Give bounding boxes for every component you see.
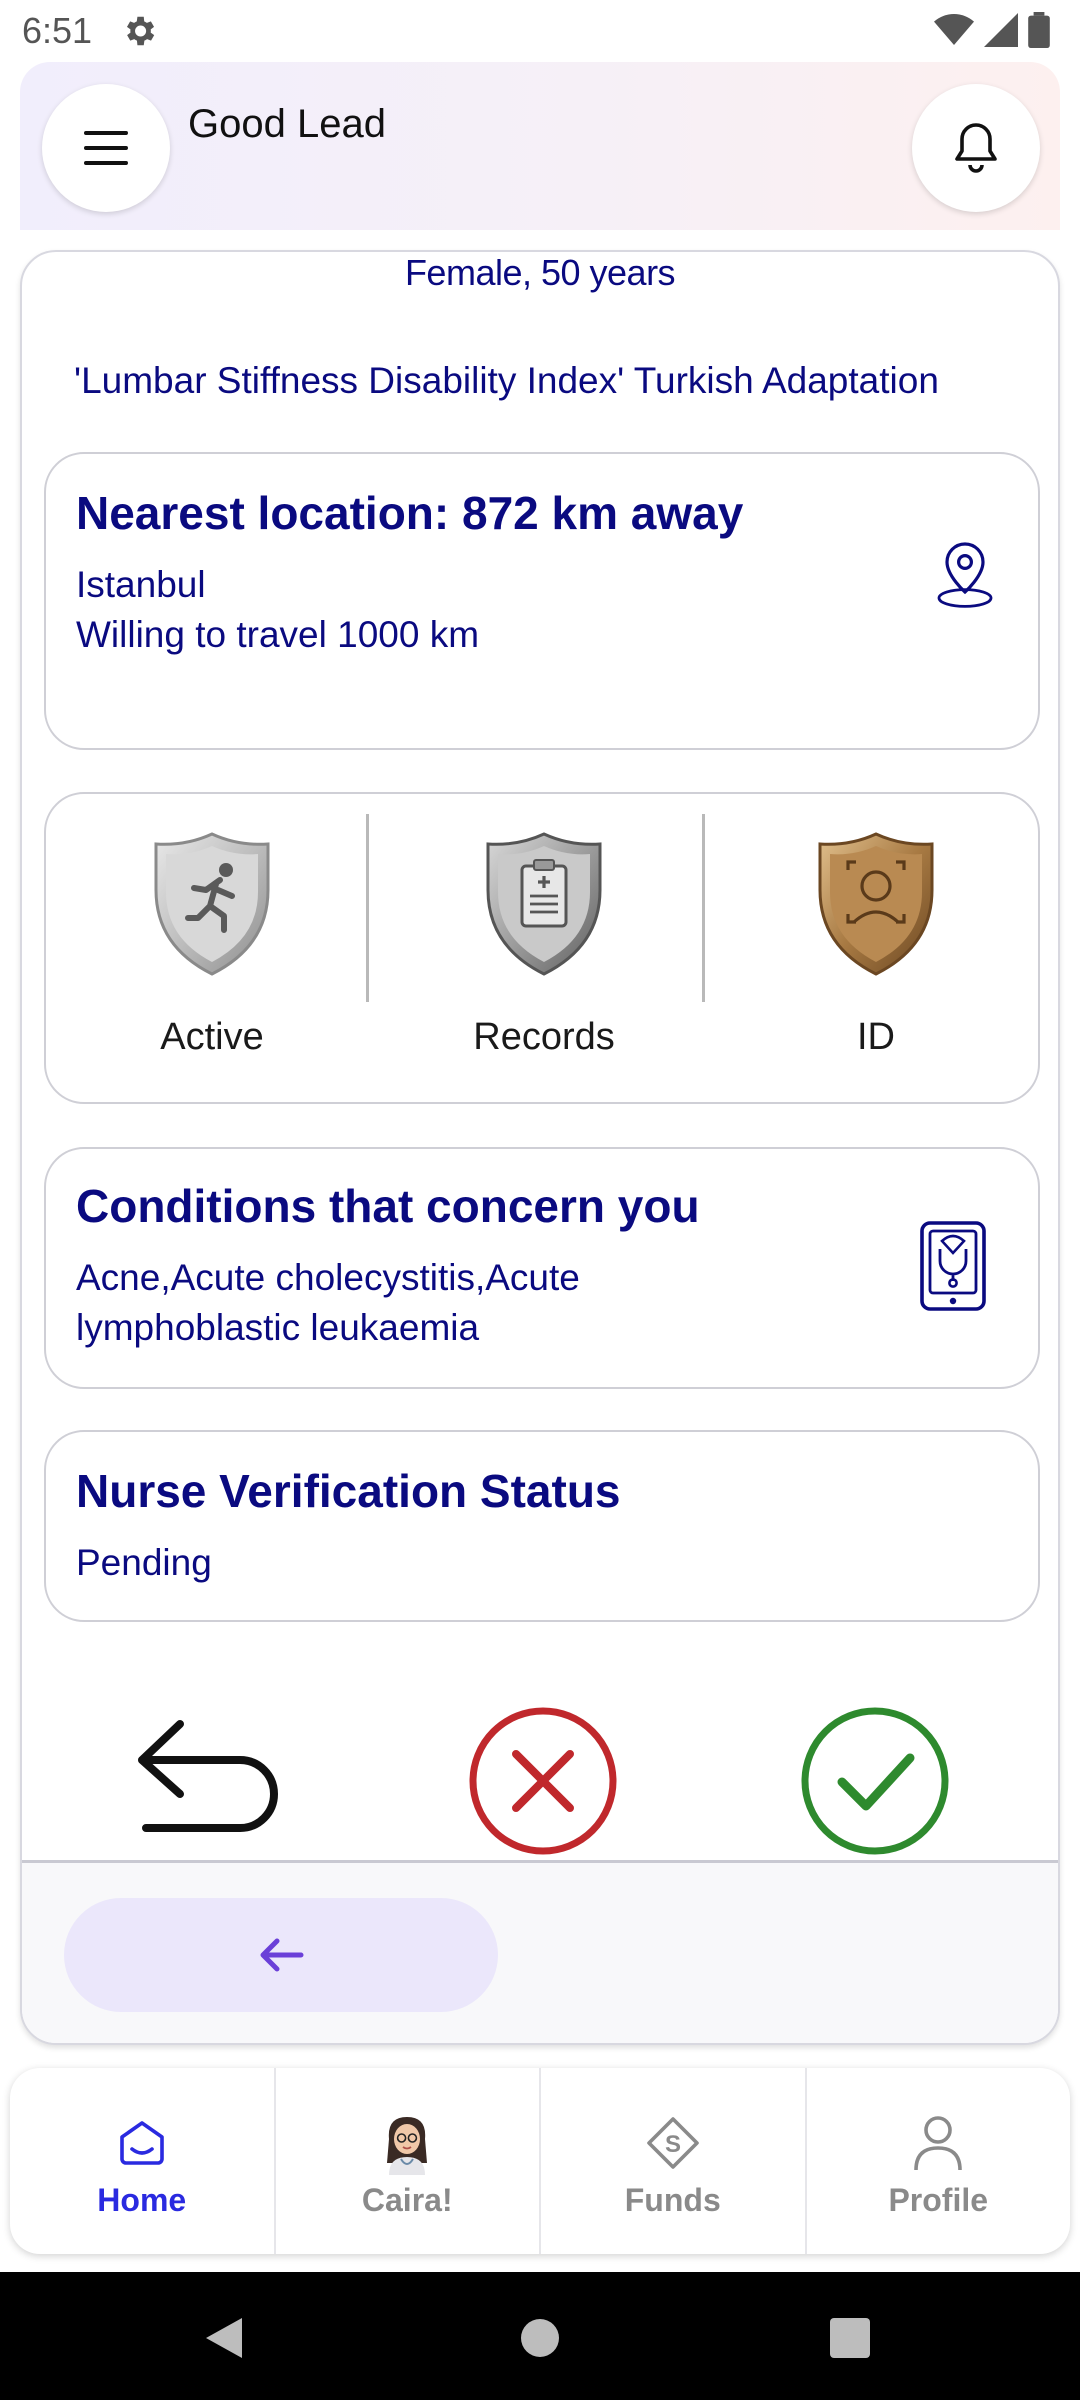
hamburger-menu-icon bbox=[84, 131, 128, 165]
badge-records[interactable]: Records bbox=[378, 794, 710, 1102]
page-title: Good Lead bbox=[188, 102, 386, 146]
battery-icon bbox=[1028, 12, 1050, 48]
reject-button[interactable] bbox=[468, 1706, 618, 1856]
nav-label-home: Home bbox=[97, 2182, 187, 2218]
location-card[interactable]: Nearest location: 872 km away Istanbul W… bbox=[44, 452, 1040, 750]
clipboard-shield-icon bbox=[486, 832, 602, 976]
system-recents-icon[interactable] bbox=[830, 2318, 870, 2358]
menu-button[interactable] bbox=[42, 84, 170, 212]
accept-button[interactable] bbox=[800, 1706, 950, 1856]
nav-profile[interactable]: Profile bbox=[804, 2068, 1071, 2254]
conditions-card[interactable]: Conditions that concern you Acne,Acute c… bbox=[44, 1147, 1040, 1389]
app-header: Good Lead bbox=[20, 62, 1060, 230]
conditions-line-2: lymphoblastic leukaemia bbox=[76, 1307, 480, 1348]
badge-divider bbox=[366, 814, 369, 1002]
conditions-title: Conditions that concern you bbox=[76, 1180, 700, 1232]
nav-label-funds: Funds bbox=[624, 2182, 721, 2218]
system-nav-bar bbox=[0, 2272, 1080, 2400]
nav-funds[interactable]: S Funds bbox=[539, 2068, 805, 2254]
verification-status: Pending bbox=[76, 1542, 212, 1583]
nav-label-caira: Caira! bbox=[361, 2182, 453, 2218]
back-arrow-icon bbox=[260, 1938, 304, 1972]
badge-divider bbox=[702, 814, 705, 1002]
study-title: 'Lumbar Stiffness Disability Index' Turk… bbox=[74, 360, 939, 401]
badge-label-active: Active bbox=[160, 1016, 264, 1058]
system-back-icon[interactable] bbox=[202, 2316, 246, 2360]
travel-distance: Willing to travel 1000 km bbox=[76, 614, 480, 655]
svg-text:S: S bbox=[665, 2131, 681, 2158]
funds-icon: S bbox=[646, 2117, 699, 2169]
undo-button[interactable] bbox=[132, 1710, 292, 1850]
nav-home[interactable]: Home bbox=[10, 2068, 274, 2254]
notifications-button[interactable] bbox=[912, 84, 1040, 212]
runner-shield-icon bbox=[154, 832, 270, 976]
back-button[interactable] bbox=[64, 1898, 498, 2012]
signal-icon bbox=[984, 13, 1018, 47]
undo-arrow-icon bbox=[138, 1720, 278, 1832]
verification-title: Nurse Verification Status bbox=[76, 1465, 621, 1517]
lead-card: Female, 50 years 'Lumbar Stiffness Disab… bbox=[20, 250, 1060, 2045]
profile-icon bbox=[914, 2116, 963, 2171]
demographics: Female, 50 years bbox=[404, 252, 676, 293]
caira-avatar-icon bbox=[387, 2117, 428, 2175]
phone-stethoscope-icon bbox=[920, 1221, 986, 1311]
reject-x-icon bbox=[469, 1707, 617, 1855]
accept-check-icon bbox=[801, 1707, 949, 1855]
location-pin-icon bbox=[937, 542, 993, 608]
home-icon bbox=[119, 2121, 164, 2165]
nav-caira[interactable]: Caira! bbox=[273, 2068, 540, 2254]
location-city: Istanbul bbox=[76, 564, 206, 605]
location-title: Nearest location: 872 km away bbox=[76, 487, 744, 539]
verification-card: Nurse Verification Status Pending bbox=[44, 1430, 1040, 1622]
badge-id[interactable]: ID bbox=[710, 794, 1042, 1102]
bell-icon bbox=[955, 123, 997, 173]
nav-label-profile: Profile bbox=[888, 2182, 989, 2218]
badges-card: Active Records ID bbox=[44, 792, 1040, 1104]
gear-icon bbox=[120, 12, 158, 50]
bottom-nav: Home Caira! S Funds Profile bbox=[10, 2068, 1070, 2254]
conditions-line-1: Acne,Acute cholecystitis,Acute bbox=[76, 1257, 580, 1298]
wifi-icon bbox=[934, 14, 974, 45]
system-home-icon[interactable] bbox=[520, 2318, 560, 2358]
badge-label-records: Records bbox=[473, 1016, 615, 1058]
face-id-shield-icon bbox=[818, 832, 934, 976]
status-icons bbox=[934, 12, 1050, 48]
status-time: 6:51 bbox=[22, 10, 93, 51]
badge-label-id: ID bbox=[857, 1016, 895, 1058]
badge-active[interactable]: Active bbox=[46, 794, 378, 1102]
